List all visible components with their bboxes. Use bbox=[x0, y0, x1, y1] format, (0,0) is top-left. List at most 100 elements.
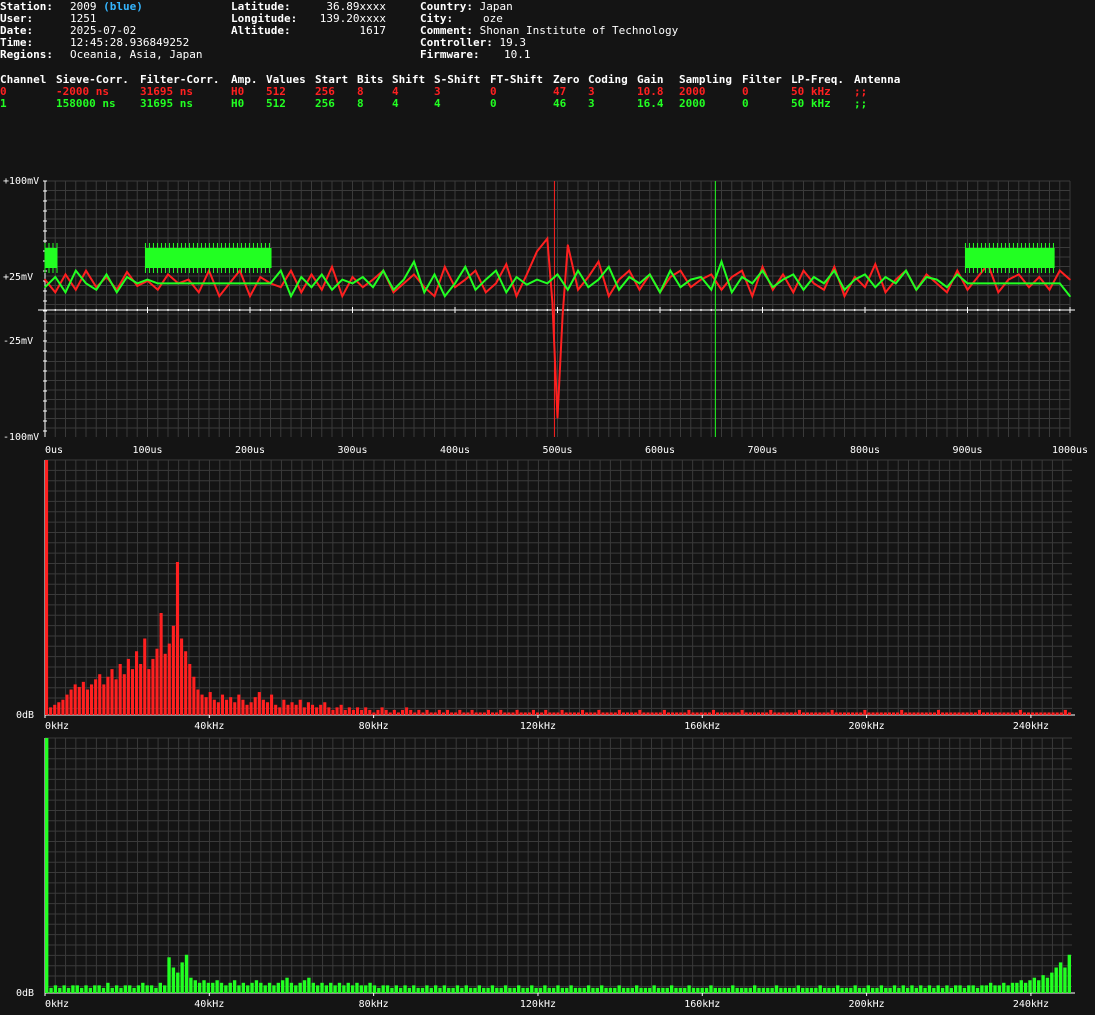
spectrum-bar-ch0 bbox=[634, 712, 638, 715]
spectrum-bar-ch1 bbox=[779, 987, 783, 993]
spectrum-bar-ch0 bbox=[724, 712, 728, 715]
spectrum-bar-ch0 bbox=[65, 694, 69, 715]
spectrum-bar-ch0 bbox=[376, 709, 380, 715]
spectrum-bar-ch0 bbox=[388, 712, 392, 715]
spectrum-bar-ch0 bbox=[957, 712, 961, 715]
series-point-ch1 bbox=[976, 282, 979, 285]
series-point-ch0 bbox=[956, 269, 959, 272]
spectrum-bar-ch1 bbox=[298, 982, 302, 993]
y-tick-label: 0dB bbox=[16, 988, 34, 999]
spectrum-bar-ch1 bbox=[1050, 972, 1054, 993]
spectrum-bar-ch1 bbox=[936, 985, 940, 993]
series-point-ch1 bbox=[146, 278, 149, 281]
spectrum-bar-ch1 bbox=[726, 987, 731, 993]
spectrum-bar-ch0 bbox=[445, 709, 450, 715]
spectrum-bar-ch0 bbox=[94, 679, 98, 715]
spectrum-bar-ch1 bbox=[294, 985, 298, 993]
spectrum-bar-ch0 bbox=[130, 669, 135, 715]
spectrum-bar-ch1 bbox=[49, 987, 53, 993]
spectrum-bar-ch1 bbox=[254, 980, 259, 993]
spectrum-bar-ch0 bbox=[548, 712, 552, 715]
series-point-ch0 bbox=[484, 291, 487, 294]
x-tick-label: 80kHz bbox=[359, 721, 389, 732]
spectrum-bar-ch0 bbox=[331, 709, 335, 715]
series-point-ch0 bbox=[1017, 273, 1020, 276]
series-point-ch0 bbox=[802, 269, 805, 272]
series-point-ch0 bbox=[443, 265, 446, 268]
series-point-ch0 bbox=[556, 417, 559, 419]
spectrum-bar-ch0 bbox=[1055, 712, 1059, 715]
spectrum-bar-ch1 bbox=[132, 987, 136, 993]
spectrum-bar-ch1 bbox=[337, 982, 342, 993]
series-point-ch0 bbox=[607, 295, 610, 298]
spectrum-bar-ch0 bbox=[994, 712, 998, 715]
series-point-ch0 bbox=[300, 291, 303, 294]
spectrum-bar-ch1 bbox=[560, 987, 565, 993]
spectrum-bar-ch1 bbox=[766, 987, 770, 993]
series-point-ch1 bbox=[751, 282, 754, 285]
spectrum-bar-ch0 bbox=[544, 709, 548, 715]
series-point-ch1 bbox=[597, 278, 600, 281]
spectrum-bar-ch1 bbox=[600, 985, 604, 993]
series-point-ch0 bbox=[833, 265, 836, 268]
spectrum-bar-ch0 bbox=[441, 712, 445, 715]
spectrum-bar-ch0 bbox=[200, 694, 204, 715]
series-point-ch0 bbox=[976, 276, 979, 278]
spectrum-bar-ch1 bbox=[477, 985, 482, 993]
spectrum-bar-ch0 bbox=[380, 707, 384, 715]
series-point-ch1 bbox=[208, 282, 210, 285]
spectrum-bar-ch0 bbox=[237, 694, 241, 715]
x-tick-label: 200kHz bbox=[849, 999, 885, 1010]
spectrum-bar-ch0 bbox=[143, 638, 147, 715]
series-point-ch1 bbox=[761, 269, 764, 272]
spectrum-bar-ch1 bbox=[280, 980, 285, 993]
spectrum-bar-ch1 bbox=[761, 987, 766, 993]
series-point-ch0 bbox=[546, 237, 549, 240]
spectrum-bar-ch1 bbox=[193, 980, 197, 993]
spectrum-bar-ch0 bbox=[531, 709, 535, 715]
series-point-ch0 bbox=[361, 286, 364, 289]
x-tick-label: 120kHz bbox=[520, 721, 556, 732]
spectrum-bar-ch1 bbox=[997, 985, 1002, 993]
spectrum-bar-ch1 bbox=[333, 985, 337, 993]
spectrum-bar-ch0 bbox=[298, 699, 302, 715]
spectrum-bar-ch0 bbox=[924, 712, 928, 715]
series-point-ch1 bbox=[290, 295, 292, 298]
spectrum-bar-ch0 bbox=[875, 712, 879, 715]
spectrum-bar-ch0 bbox=[904, 712, 908, 715]
series-point-ch0 bbox=[351, 276, 354, 278]
spectrum-bar-ch0 bbox=[61, 699, 65, 715]
series-point-ch1 bbox=[546, 282, 549, 285]
spectrum-bar-ch0 bbox=[707, 712, 711, 715]
spectrum-bar-ch1 bbox=[206, 982, 211, 993]
spectrum-bar-ch0 bbox=[887, 712, 891, 715]
spectrum-bar-ch0 bbox=[806, 712, 810, 715]
spectrum-bar-ch0 bbox=[392, 709, 396, 715]
spectrum-bar-ch0 bbox=[953, 712, 957, 715]
spectrum-bar-ch0 bbox=[1063, 709, 1067, 715]
spectrum-bar-ch0 bbox=[45, 460, 49, 715]
spectrum-bar-ch1 bbox=[197, 982, 202, 993]
series-point-ch0 bbox=[85, 269, 87, 272]
series-point-ch1 bbox=[1069, 295, 1071, 298]
spectrum-bar-ch0 bbox=[826, 712, 830, 715]
spectrum-bar-ch1 bbox=[521, 987, 525, 993]
spectrum-bar-ch0 bbox=[347, 707, 351, 715]
spectrum-bar-ch1 bbox=[757, 987, 761, 993]
spectrum-bar-ch1 bbox=[700, 987, 704, 993]
spectrum-bar-ch1 bbox=[224, 985, 228, 993]
spectrum-bar-ch1 bbox=[1032, 977, 1037, 993]
spectrum-bar-ch0 bbox=[662, 709, 666, 715]
spectrum-bar-ch1 bbox=[482, 987, 486, 993]
series-point-ch1 bbox=[669, 269, 672, 272]
spectrum-bar-ch1 bbox=[342, 985, 346, 993]
spectrum-bar-ch1 bbox=[516, 985, 521, 993]
spectrum-bar-ch0 bbox=[851, 712, 855, 715]
spectrum-bar-ch0 bbox=[883, 712, 887, 715]
spectrum-bar-ch1 bbox=[683, 987, 687, 993]
spectrum-bar-ch1 bbox=[394, 985, 398, 993]
series-point-ch0 bbox=[392, 291, 395, 294]
series-point-ch0 bbox=[884, 291, 887, 294]
series-point-ch0 bbox=[566, 244, 569, 246]
spectrum-bar-ch1 bbox=[643, 987, 648, 993]
